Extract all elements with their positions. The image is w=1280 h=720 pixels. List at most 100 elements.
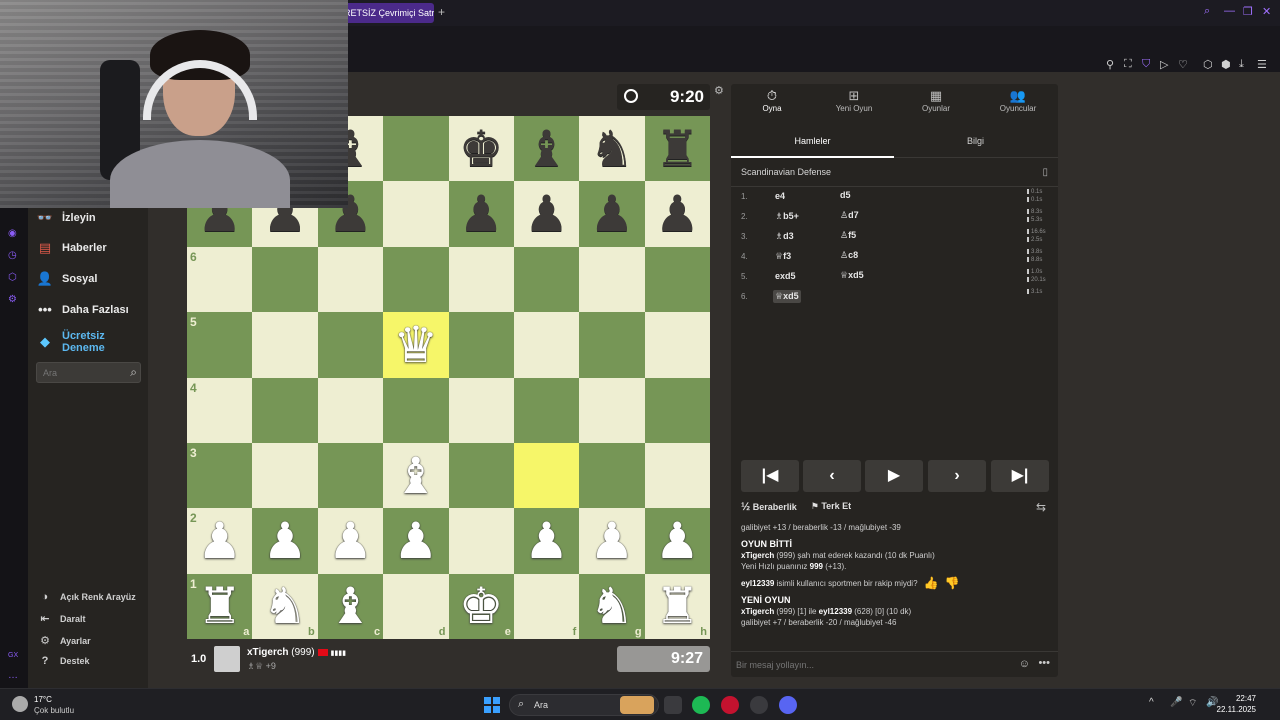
next-move-button[interactable]: › xyxy=(928,460,986,492)
last-move-button[interactable]: ▶| xyxy=(991,460,1049,492)
weather-icon[interactable] xyxy=(12,696,28,712)
pin-icon[interactable]: ⚲ xyxy=(1106,58,1114,71)
settings-button[interactable]: ⚙ Ayarlar xyxy=(38,634,91,647)
white-piece-d2[interactable]: ♟ xyxy=(383,508,448,573)
square-h5[interactable] xyxy=(644,312,711,378)
nav-more[interactable]: ••• Daha Fazlası xyxy=(36,302,128,318)
box-icon[interactable]: ⬢ xyxy=(1221,58,1231,71)
white-piece-g2[interactable]: ♟ xyxy=(579,508,644,573)
rail-icon-1[interactable]: ◉ xyxy=(8,228,17,239)
heart-icon[interactable]: ♡ xyxy=(1178,58,1188,71)
white-piece-d5[interactable]: ♛ xyxy=(383,312,448,377)
nav-news[interactable]: ▤ Haberler xyxy=(36,240,107,256)
square-d4[interactable] xyxy=(383,377,449,443)
square-a5[interactable]: 5 xyxy=(187,312,253,378)
steam-icon[interactable] xyxy=(750,696,768,714)
play-icon[interactable]: ▷ xyxy=(1160,58,1168,71)
shield-icon[interactable]: ⛉ xyxy=(1142,58,1150,71)
white-piece-f2[interactable]: ♟ xyxy=(514,508,579,573)
windows-start-icon[interactable] xyxy=(484,697,500,713)
square-b5[interactable] xyxy=(252,312,318,378)
book-icon[interactable]: ▯ xyxy=(1042,167,1048,178)
black-piece-h7[interactable]: ♟ xyxy=(645,181,710,246)
square-a4[interactable]: 4 xyxy=(187,377,253,443)
rail-icon-3[interactable]: ⬡ xyxy=(8,272,17,283)
spotify-icon[interactable] xyxy=(692,696,710,714)
square-c4[interactable] xyxy=(317,377,384,443)
chat-input[interactable] xyxy=(736,658,996,672)
black-piece-f7[interactable]: ♟ xyxy=(514,181,579,246)
white-piece-d3[interactable]: ♝ xyxy=(383,443,448,508)
tab-games[interactable]: ▦ Oyunlar xyxy=(895,88,977,113)
white-piece-a1[interactable]: ♜ xyxy=(187,574,252,639)
discord-icon[interactable] xyxy=(779,696,797,714)
sidebar-search-input[interactable] xyxy=(43,366,123,380)
white-piece-h2[interactable]: ♟ xyxy=(645,508,710,573)
black-move[interactable]: ♙c8 xyxy=(840,250,858,261)
more-options-icon[interactable]: ••• xyxy=(1038,657,1050,669)
thumbs-up-icon[interactable]: 👍 xyxy=(924,577,939,589)
minimize-icon[interactable]: — xyxy=(1224,5,1235,17)
board-settings-icon[interactable]: ⚙ xyxy=(714,84,724,97)
white-piece-h1[interactable]: ♜ xyxy=(645,574,710,639)
square-e6[interactable] xyxy=(448,246,514,313)
black-piece-e7[interactable]: ♟ xyxy=(449,181,514,246)
white-piece-b2[interactable]: ♟ xyxy=(252,508,317,573)
new-tab-button[interactable]: + xyxy=(438,5,445,19)
square-b3[interactable] xyxy=(252,442,318,509)
square-h4[interactable] xyxy=(644,377,711,443)
download-icon[interactable]: ⤓ xyxy=(1239,58,1244,71)
square-e5[interactable] xyxy=(448,312,514,378)
white-piece-c1[interactable]: ♝ xyxy=(318,574,383,639)
square-e2[interactable] xyxy=(448,508,514,574)
support-button[interactable]: ? Destek xyxy=(38,655,90,667)
black-piece-g7[interactable]: ♟ xyxy=(579,181,644,246)
light-theme-button[interactable]: ◑ Açık Renk Arayüz xyxy=(38,591,136,603)
white-piece-a2[interactable]: ♟ xyxy=(187,508,252,573)
nav-free-trial[interactable]: ◆ Ücretsiz Deneme xyxy=(36,330,122,354)
avatar[interactable] xyxy=(214,646,240,672)
collapse-button[interactable]: ⇤ Daralt xyxy=(38,612,85,625)
square-g6[interactable] xyxy=(579,246,645,313)
square-b4[interactable] xyxy=(252,377,318,443)
square-d1[interactable]: d xyxy=(383,573,449,640)
wifi-icon[interactable]: ⌔ xyxy=(1188,697,1197,710)
rail-icon-2[interactable]: ◷ xyxy=(8,250,17,261)
square-h6[interactable] xyxy=(644,246,711,313)
maximize-icon[interactable]: ❐ xyxy=(1243,5,1253,18)
square-f1[interactable]: f xyxy=(513,573,580,640)
white-move[interactable]: ♗b5+ xyxy=(773,210,801,223)
square-f4[interactable] xyxy=(513,377,580,443)
square-b6[interactable] xyxy=(252,246,318,313)
square-d6[interactable] xyxy=(383,246,449,313)
white-move[interactable]: exd5 xyxy=(773,270,798,282)
nav-social[interactable]: 👤 Sosyal xyxy=(36,271,98,287)
white-piece-g1[interactable]: ♞ xyxy=(579,574,644,639)
square-d7[interactable] xyxy=(383,181,449,247)
screenshot-icon[interactable]: ⛶ xyxy=(1124,58,1132,71)
white-move[interactable]: e4 xyxy=(773,190,787,202)
square-c5[interactable] xyxy=(317,312,384,378)
square-h3[interactable] xyxy=(644,442,711,509)
white-piece-c2[interactable]: ♟ xyxy=(318,508,383,573)
player-name[interactable]: xTigerch (999) ▮▮▮▮ xyxy=(247,647,346,658)
tab-new-game[interactable]: ⊞ Yeni Oyun xyxy=(813,88,895,113)
square-g3[interactable] xyxy=(579,442,645,509)
white-move[interactable]: ♕xd5 xyxy=(773,290,801,303)
square-c3[interactable] xyxy=(317,442,384,509)
resign-button[interactable]: ⚑ Terk Et xyxy=(811,501,851,513)
tab-players[interactable]: 👥 Oyuncular xyxy=(977,88,1059,113)
black-piece-f8[interactable]: ♝ xyxy=(514,116,579,181)
microphone-icon[interactable]: 🎤 xyxy=(1170,697,1182,708)
square-g4[interactable] xyxy=(579,377,645,443)
black-move[interactable]: ♙d7 xyxy=(840,210,859,221)
square-f5[interactable] xyxy=(513,312,580,378)
tab-play[interactable]: ⏱ Oyna xyxy=(731,88,813,113)
white-move[interactable]: ♗d3 xyxy=(773,230,796,243)
taskbar-time[interactable]: 22:47 xyxy=(1236,694,1256,703)
menu-icon[interactable]: ☰ xyxy=(1257,58,1267,71)
rail-icon-gx[interactable]: GX xyxy=(8,652,18,659)
draw-button[interactable]: ½ Beraberlik xyxy=(741,501,797,513)
first-move-button[interactable]: |◀ xyxy=(741,460,799,492)
search-icon[interactable]: ⌕ xyxy=(1204,5,1210,18)
